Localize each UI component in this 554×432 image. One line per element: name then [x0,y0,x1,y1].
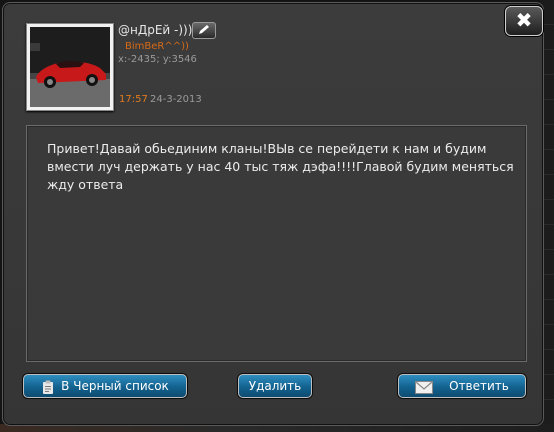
message-time: 17:57 [119,94,148,105]
envelope-icon [415,379,434,394]
delete-button[interactable]: Удалить [238,374,312,398]
clipboard-icon [41,379,55,394]
message-dialog: @нДрЕй -))) BimBeR^^)) x:-2435; y:3546 1… [2,2,544,426]
player-name[interactable]: @нДрЕй -))) [118,23,192,37]
clan-name[interactable]: BimBeR^^)) [125,41,189,52]
pencil-icon [199,25,209,34]
delete-label: Удалить [248,379,302,393]
message-date: 24-3-2013 [150,94,202,105]
blacklist-label: В Черный список [61,379,169,393]
avatar-car-image [30,27,110,107]
edit-button[interactable] [192,22,216,39]
reply-label: Ответить [449,379,509,393]
player-avatar[interactable] [26,23,114,111]
reply-button[interactable]: Ответить [398,374,526,398]
message-text: Привет!Давай обьединим кланы!ВЫв се пере… [47,141,514,192]
blacklist-button[interactable]: В Черный список [23,374,187,398]
message-body: Привет!Давай обьединим кланы!ВЫв се пере… [26,125,527,362]
player-coordinates: x:-2435; y:3546 [118,54,197,65]
close-button[interactable]: ✖ [505,6,543,36]
close-icon: ✖ [515,8,533,32]
